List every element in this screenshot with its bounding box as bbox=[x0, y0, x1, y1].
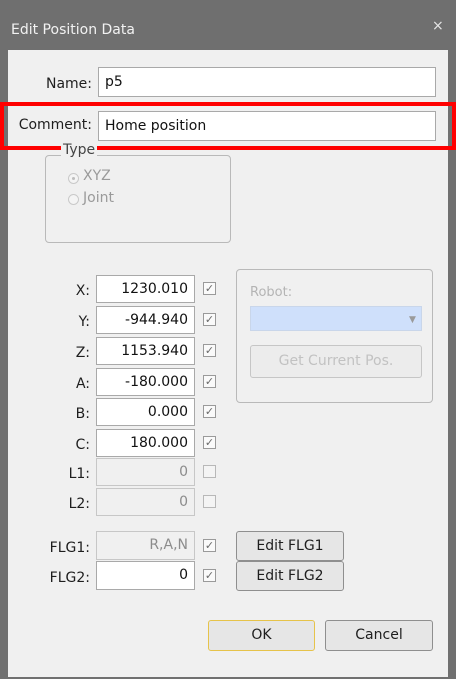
flag-input: R,A,N bbox=[96, 531, 195, 560]
title-bar[interactable]: Edit Position Data × bbox=[0, 0, 456, 50]
robot-label: Robot: bbox=[250, 285, 293, 300]
cancel-button[interactable]: Cancel bbox=[325, 620, 433, 651]
checkmark-icon[interactable]: ✓ bbox=[203, 313, 216, 326]
coord-input: 0 bbox=[96, 488, 195, 516]
radio-joint[interactable] bbox=[68, 194, 79, 205]
radio-xyz[interactable] bbox=[68, 173, 79, 184]
flag-label: FLG1: bbox=[49, 540, 90, 556]
coord-label: C: bbox=[75, 437, 91, 453]
type-legend: Type bbox=[61, 142, 98, 158]
name-label: Name: bbox=[45, 76, 92, 92]
chevron-down-icon: ▼ bbox=[409, 315, 416, 325]
coord-input[interactable]: 1230.010 bbox=[96, 275, 195, 303]
coord-label: Z: bbox=[75, 345, 90, 361]
checkmark-icon[interactable]: ✓ bbox=[203, 344, 216, 357]
coord-label: L2: bbox=[68, 496, 90, 512]
coord-input[interactable]: -944.940 bbox=[96, 306, 195, 334]
coord-label: Y: bbox=[78, 314, 90, 330]
ok-button[interactable]: OK bbox=[208, 620, 315, 651]
close-icon[interactable]: × bbox=[432, 18, 444, 34]
checkbox[interactable] bbox=[203, 465, 216, 478]
checkmark-icon[interactable]: ✓ bbox=[203, 539, 216, 552]
checkmark-icon[interactable]: ✓ bbox=[203, 436, 216, 449]
flag-label: FLG2: bbox=[49, 570, 90, 586]
window-title: Edit Position Data bbox=[11, 22, 135, 38]
coord-input[interactable]: 0.000 bbox=[96, 398, 195, 426]
coord-input[interactable]: 1153.940 bbox=[96, 337, 195, 365]
radio-xyz-label: XYZ bbox=[83, 168, 111, 184]
checkmark-icon[interactable]: ✓ bbox=[203, 569, 216, 582]
checkmark-icon[interactable]: ✓ bbox=[203, 405, 216, 418]
radio-joint-label: Joint bbox=[83, 190, 114, 206]
flag-input[interactable]: 0 bbox=[96, 561, 195, 590]
get-current-pos-button[interactable]: Get Current Pos. bbox=[250, 345, 422, 378]
name-field[interactable]: p5 bbox=[98, 67, 436, 97]
coord-input[interactable]: -180.000 bbox=[96, 368, 195, 396]
checkmark-icon[interactable]: ✓ bbox=[203, 375, 216, 388]
coord-label: L1: bbox=[68, 466, 90, 482]
checkbox[interactable] bbox=[203, 495, 216, 508]
coord-label: X: bbox=[75, 283, 90, 299]
robot-select[interactable]: ▼ bbox=[250, 306, 422, 331]
coord-input: 0 bbox=[96, 458, 195, 486]
edit-flg2-button[interactable]: Edit FLG2 bbox=[236, 561, 344, 591]
coord-input[interactable]: 180.000 bbox=[96, 429, 195, 457]
coord-label: B: bbox=[75, 406, 90, 422]
coord-label: A: bbox=[75, 376, 90, 392]
checkmark-icon[interactable]: ✓ bbox=[203, 282, 216, 295]
edit-flg1-button[interactable]: Edit FLG1 bbox=[236, 531, 344, 561]
